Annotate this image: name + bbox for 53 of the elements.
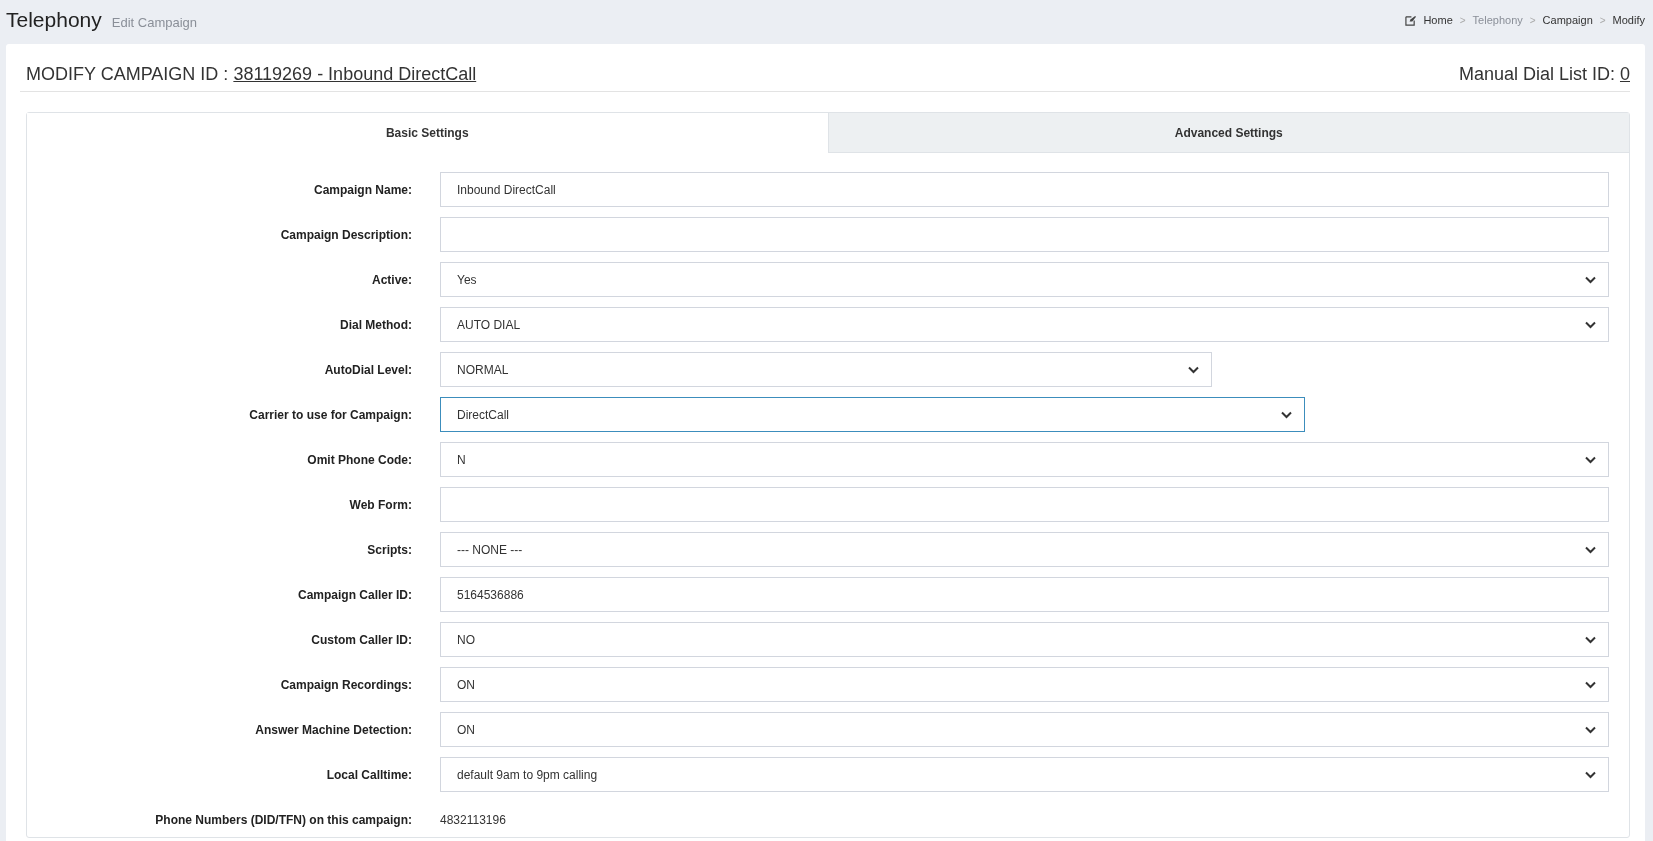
- select-field[interactable]: DirectCall: [440, 397, 1306, 432]
- field-label: Campaign Caller ID:: [296, 587, 412, 602]
- select-field[interactable]: AUTO DIAL: [440, 307, 1609, 342]
- manual-dial-list-id: Manual Dial List ID: 0: [1458, 64, 1630, 85]
- chevron-down-icon: [1585, 320, 1596, 329]
- field-label: Custom Caller ID:: [310, 632, 412, 647]
- field-label: AutoDial Level:: [323, 362, 412, 377]
- field-label: Campaign Recordings:: [279, 677, 412, 692]
- field-label: Phone Numbers (DID/TFN) on this campaign:: [154, 812, 412, 827]
- field-label: Carrier to use for Campaign:: [248, 407, 412, 422]
- field-label: Local Calltime:: [325, 767, 412, 782]
- input-field[interactable]: [440, 487, 1609, 522]
- field-label: Answer Machine Detection:: [254, 722, 412, 737]
- select-field[interactable]: NO: [440, 622, 1609, 657]
- title-link[interactable]: 38119269 - Inbound DirectCall: [233, 64, 477, 84]
- chevron-down-icon: [1585, 680, 1596, 689]
- field-label: Active:: [371, 272, 412, 287]
- campaign-heading: MODIFY CAMPAIGN ID : 38119269 - Inbound DirectCall: [26, 64, 477, 85]
- field-label: Scripts:: [366, 542, 412, 557]
- field-label: Campaign Description:: [279, 227, 412, 242]
- select-field[interactable]: ON: [440, 712, 1609, 747]
- field-value: 4832113196: [440, 812, 507, 827]
- chevron-down-icon: [1585, 455, 1596, 464]
- select-field[interactable]: Yes: [440, 262, 1609, 297]
- input-field[interactable]: [440, 217, 1609, 252]
- list-id-link[interactable]: 0: [1620, 64, 1630, 84]
- chevron-down-icon: [1585, 725, 1596, 734]
- field-label: Omit Phone Code:: [306, 452, 412, 467]
- settings-tab[interactable]: Advanced Settings: [827, 113, 1629, 153]
- page-subtitle: Edit Campaign: [111, 15, 198, 30]
- input-field[interactable]: 5164536886: [440, 577, 1609, 612]
- select-field[interactable]: default 9am to 9pm calling: [440, 757, 1609, 792]
- select-field[interactable]: ON: [440, 667, 1609, 702]
- chevron-down-icon: [1585, 635, 1596, 644]
- edit-icon: [1405, 14, 1417, 26]
- chevron-down-icon: [1187, 365, 1199, 374]
- chevron-down-icon: [1281, 410, 1293, 419]
- breadcrumb-separator: >: [1459, 14, 1466, 26]
- chevron-down-icon: [1585, 770, 1596, 779]
- page-title: Telephony: [6, 8, 102, 32]
- breadcrumb-separator: >: [1599, 14, 1606, 26]
- select-field[interactable]: NORMAL: [440, 352, 1212, 387]
- field-label: Dial Method:: [339, 317, 412, 332]
- chevron-down-icon: [1585, 545, 1596, 554]
- breadcrumb-separator: >: [1529, 14, 1536, 26]
- breadcrumb-link[interactable]: Campaign: [1542, 14, 1593, 26]
- field-label: Campaign Name:: [312, 182, 412, 197]
- select-field[interactable]: --- NONE ---: [440, 532, 1609, 567]
- input-field[interactable]: Inbound DirectCall: [440, 172, 1609, 207]
- field-label: Web Form:: [348, 497, 412, 512]
- breadcrumb-link[interactable]: Home: [1423, 14, 1453, 26]
- select-field[interactable]: N: [440, 442, 1609, 477]
- chevron-down-icon: [1585, 275, 1596, 284]
